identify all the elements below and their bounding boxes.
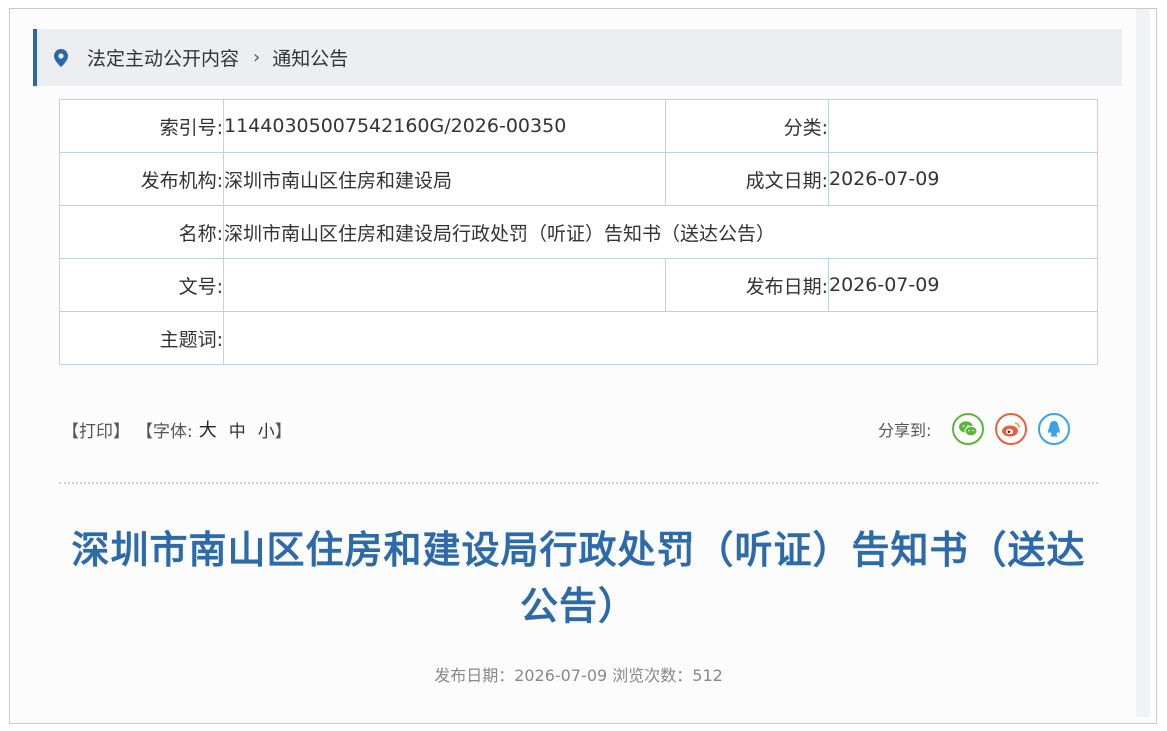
index-value: 11440305007542160G/2026-00350 <box>223 99 666 153</box>
name-label: 名称: <box>59 205 224 259</box>
publisher-label: 发布机构: <box>59 152 224 206</box>
font-small-button[interactable]: 小 <box>258 417 275 442</box>
breadcrumb-item-laws[interactable]: 法定主动公开内容 <box>87 44 239 71</box>
publish-date-value: 2026-07-09 <box>828 258 1098 312</box>
wechat-icon <box>959 421 978 437</box>
table-row: 发布机构: 深圳市南山区住房和建设局 成文日期: 2026-07-09 <box>59 152 1098 206</box>
document-info-table: 索引号: 11440305007542160G/2026-00350 分类: 发… <box>59 99 1098 365</box>
article-meta: 发布日期：2026-07-09 浏览次数：512 <box>434 666 723 685</box>
chevron-right-icon: › <box>253 47 261 68</box>
article-title: 深圳市南山区住房和建设局行政处罚（听证）告知书（送达公告） <box>71 528 1086 628</box>
name-value: 深圳市南山区住房和建设局行政处罚（听证）告知书（送达公告） <box>223 205 1098 259</box>
written-date-value: 2026-07-09 <box>828 152 1098 206</box>
table-row: 文号: 发布日期: 2026-07-09 <box>59 258 1098 312</box>
publisher-value: 深圳市南山区住房和建设局 <box>223 152 666 206</box>
category-label: 分类: <box>665 99 829 153</box>
weibo-share-button[interactable] <box>995 413 1028 445</box>
font-size-close: 】 <box>274 421 292 442</box>
table-row: 名称: 深圳市南山区住房和建设局行政处罚（听证）告知书（送达公告） <box>59 205 1098 259</box>
qq-share-button[interactable] <box>1038 413 1071 445</box>
font-large-button[interactable]: 大 <box>199 416 217 442</box>
weibo-icon <box>1002 422 1021 437</box>
article-toolbar: 【打印】 【字体: 大 中 小 】 <box>62 414 292 444</box>
location-pin-icon <box>54 48 68 67</box>
dotted-divider <box>59 482 1098 484</box>
keywords-value <box>223 311 1098 365</box>
index-label: 索引号: <box>59 99 224 153</box>
scrollbar-track[interactable] <box>1136 9 1150 717</box>
qq-icon <box>1048 421 1061 437</box>
table-row: 索引号: 11440305007542160G/2026-00350 分类: <box>59 99 1098 153</box>
doc-no-label: 文号: <box>59 258 224 312</box>
category-value <box>828 99 1098 153</box>
share-label: 分享到: <box>878 421 932 440</box>
print-link[interactable]: 【打印】 <box>62 417 130 442</box>
share-bar: 分享到: <box>878 411 1071 447</box>
publish-date-label: 发布日期: <box>665 258 829 312</box>
keywords-label: 主题词: <box>59 311 224 365</box>
breadcrumb: 法定主动公开内容 › 通知公告 <box>33 29 1122 86</box>
doc-no-value <box>223 258 666 312</box>
font-medium-button[interactable]: 中 <box>229 417 246 442</box>
breadcrumb-item-notices[interactable]: 通知公告 <box>272 44 348 71</box>
table-row: 主题词: <box>59 311 1098 365</box>
wechat-share-button[interactable] <box>952 413 985 445</box>
font-size-label: 【字体: <box>136 421 193 442</box>
written-date-label: 成文日期: <box>665 152 829 206</box>
